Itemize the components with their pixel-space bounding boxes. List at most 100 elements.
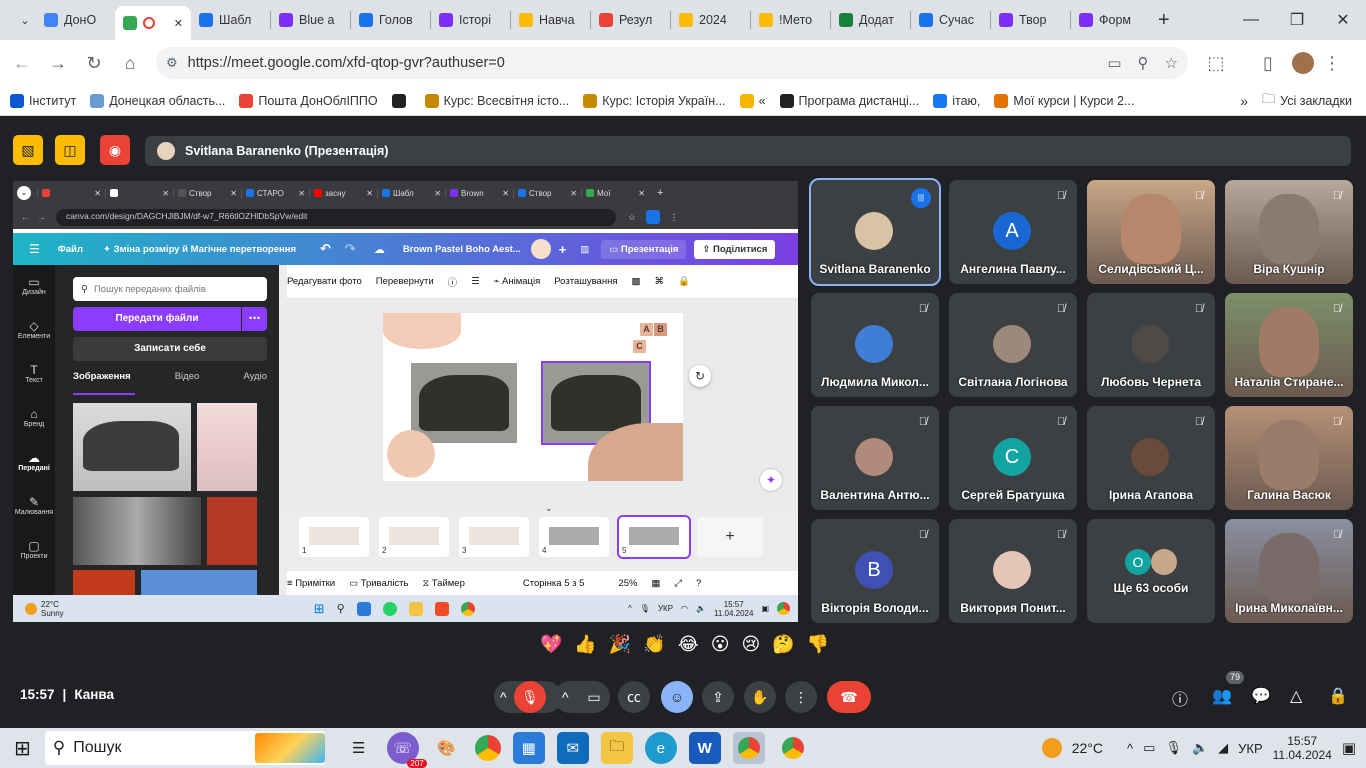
page-thumbnail[interactable]: 1	[299, 517, 369, 557]
inner-app-icon[interactable]	[434, 601, 449, 616]
page-thumbnail[interactable]: 4	[539, 517, 609, 557]
record-icon[interactable]: ◉	[100, 135, 130, 165]
tray-chevron-icon[interactable]: ^	[1127, 741, 1133, 756]
canva-user-avatar[interactable]	[530, 239, 551, 259]
shared-screen[interactable]: ⌄ ✕ ✕ Створ ✕ СТАРО ✕ засну ✕ Шабл ✕ Brown ✕ Створ ✕ М…	[13, 181, 798, 622]
browser-tab[interactable]: Додат	[831, 4, 910, 36]
inner-browser-tab[interactable]: ✕	[37, 188, 105, 198]
inner-lang[interactable]: УКР	[658, 604, 673, 613]
reaction-emoji[interactable]: 😮	[711, 634, 730, 662]
inner-tray-chrome-icon[interactable]	[777, 602, 790, 615]
taskbar-search-box[interactable]: ⚲ Пошук	[44, 731, 325, 765]
inner-menu-icon[interactable]: ⋮	[670, 212, 679, 223]
browser-tab[interactable]: ✕	[115, 6, 191, 40]
media-tab[interactable]: Відео	[175, 371, 200, 391]
host-controls-icon[interactable]: 🔒	[1328, 686, 1348, 706]
tray-language[interactable]: УКР	[1238, 741, 1263, 756]
participant-tile[interactable]: Світлана Логінова 🎙̸	[949, 293, 1077, 397]
canva-sidebar-item[interactable]: ▭ Дизайн	[13, 275, 55, 296]
participant-tile[interactable]: Svitlana Baranenko |||	[809, 178, 941, 286]
reaction-emoji[interactable]: 👍	[574, 634, 596, 662]
redo-icon[interactable]: ↷	[345, 241, 356, 257]
menu-dots-icon[interactable]: ⋮	[1314, 53, 1350, 74]
canva-file-menu[interactable]: Файл	[58, 244, 83, 255]
panel-collapse-handle[interactable]	[279, 265, 287, 595]
bookmark-item[interactable]: ітаю,	[933, 93, 980, 108]
browser-tab[interactable]: Сучас	[911, 4, 990, 36]
mic-off-icon[interactable]: 🎙	[514, 681, 546, 713]
fullscreen-icon[interactable]: ⤢	[674, 578, 682, 589]
inner-close-tab-icon[interactable]: ✕	[162, 189, 169, 198]
canva-share-button[interactable]: ⇪ Поділитися	[694, 239, 776, 259]
people-icon[interactable]: 👥	[1212, 686, 1232, 706]
participant-tile[interactable]: B Вікторія Володи... 🎙̸	[811, 519, 939, 623]
edge-icon[interactable]: e	[644, 732, 677, 764]
upload-image-soldiers[interactable]	[73, 497, 201, 565]
upload-image-wolf[interactable]	[73, 403, 191, 491]
chrome-second-icon[interactable]	[777, 732, 809, 764]
bookmark-item[interactable]: Інститут	[10, 93, 76, 108]
home-icon[interactable]: ⌂	[112, 53, 148, 74]
inner-close-tab-icon[interactable]: ✕	[570, 189, 577, 198]
emoji-reactions-icon[interactable]: ☺	[661, 681, 693, 713]
slide[interactable]: ABC	[383, 313, 683, 481]
explorer-icon[interactable]: 🗀	[600, 732, 633, 764]
more-options-icon[interactable]: ⋮	[785, 681, 817, 713]
inner-browser-tab[interactable]: Brown ✕	[445, 188, 513, 198]
participant-tile[interactable]: Людмила Микол... 🎙̸	[811, 293, 939, 397]
upload-files-button[interactable]: Передати файли	[73, 307, 241, 331]
canva-menu-icon[interactable]: ☰	[29, 242, 40, 256]
browser-tab[interactable]: !Мето	[751, 4, 830, 36]
canva-sidebar-item[interactable]: T Текст	[13, 363, 55, 384]
browser-tab[interactable]: Історі	[431, 4, 510, 36]
reaction-emoji[interactable]: 💖	[540, 634, 562, 662]
bookmark-item[interactable]: Пошта ДонОблІППО	[239, 93, 378, 108]
browser-tab[interactable]: Навча	[511, 4, 590, 36]
inner-close-tab-icon[interactable]: ✕	[434, 189, 441, 198]
close-window-icon[interactable]: ✕	[1320, 10, 1366, 30]
captions-icon[interactable]: ㏄	[618, 681, 650, 713]
grid-view-icon[interactable]: ▦	[651, 578, 660, 589]
chat-icon[interactable]: 💬	[1251, 686, 1271, 706]
maximize-icon[interactable]: ❐	[1274, 10, 1320, 30]
inner-browser-tab[interactable]: Мої ✕	[581, 188, 649, 198]
browser-tab[interactable]: Голов	[351, 4, 430, 36]
inner-extension-icon[interactable]	[645, 210, 660, 224]
presentation-layout-icon[interactable]: ◫	[55, 135, 85, 165]
close-tab-icon[interactable]: ✕	[174, 17, 183, 30]
canva-design-title[interactable]: Brown Pastel Boho Aest...	[403, 244, 521, 255]
participant-tile[interactable]: Ірина Агапова 🎙̸	[1087, 406, 1215, 510]
info-icon[interactable]: ⓘ	[448, 275, 458, 289]
meeting-details-icon[interactable]: ⓘ	[1172, 686, 1188, 710]
inner-notification-icon[interactable]: ▣	[761, 604, 769, 613]
rotate-icon[interactable]: ↻	[689, 365, 711, 387]
upload-image-poster[interactable]	[207, 497, 257, 565]
page-thumbnail[interactable]: 5	[617, 515, 691, 559]
inner-chrome-icon[interactable]	[460, 601, 475, 616]
inner-back-icon[interactable]: ←	[21, 212, 30, 222]
camera-blocked-icon[interactable]: ▭	[1107, 54, 1121, 72]
media-tab[interactable]: Аудіо	[243, 371, 267, 391]
canva-sidebar-item[interactable]: ▢ Проекти	[13, 539, 55, 560]
back-icon[interactable]: ←	[4, 53, 40, 74]
participant-tile[interactable]: Виктория Понит... 🎙̸	[949, 519, 1077, 623]
participant-tile[interactable]: Ірина Миколаївн... 🎙̸	[1225, 519, 1353, 623]
bookmark-star-icon[interactable]: ☆	[1165, 54, 1178, 72]
canva-resize-menu[interactable]: ✦ Зміна розміру й Магічне перетворення	[103, 244, 296, 255]
zoom-level[interactable]: 25%	[618, 578, 637, 589]
participant-tile[interactable]: A Ангелина Павлу... 🎙̸	[949, 180, 1077, 284]
bookmark-item[interactable]: «	[739, 93, 766, 108]
bookmark-item[interactable]: Курс: Всесвітня істо...	[424, 93, 569, 108]
collapse-pages-icon[interactable]: ⌄	[545, 503, 553, 514]
zoom-icon[interactable]: ⚲	[1138, 54, 1149, 72]
canva-sidebar-item[interactable]: ✎ Малювання	[13, 495, 55, 516]
upload-image-building[interactable]	[141, 570, 257, 595]
browser-tab[interactable]: Резул	[591, 4, 670, 36]
bookmark-item[interactable]: Програма дистанці...	[779, 93, 919, 108]
flip-button[interactable]: Перевернути	[376, 276, 434, 287]
help-icon[interactable]: ?	[696, 578, 701, 589]
participant-tile[interactable]: Галина Васюк 🎙̸	[1225, 406, 1353, 510]
weather-icon[interactable]	[1041, 738, 1062, 758]
duration-button[interactable]: ▭ Тривалість	[349, 578, 408, 589]
record-yourself-button[interactable]: Записати себе	[73, 337, 267, 361]
